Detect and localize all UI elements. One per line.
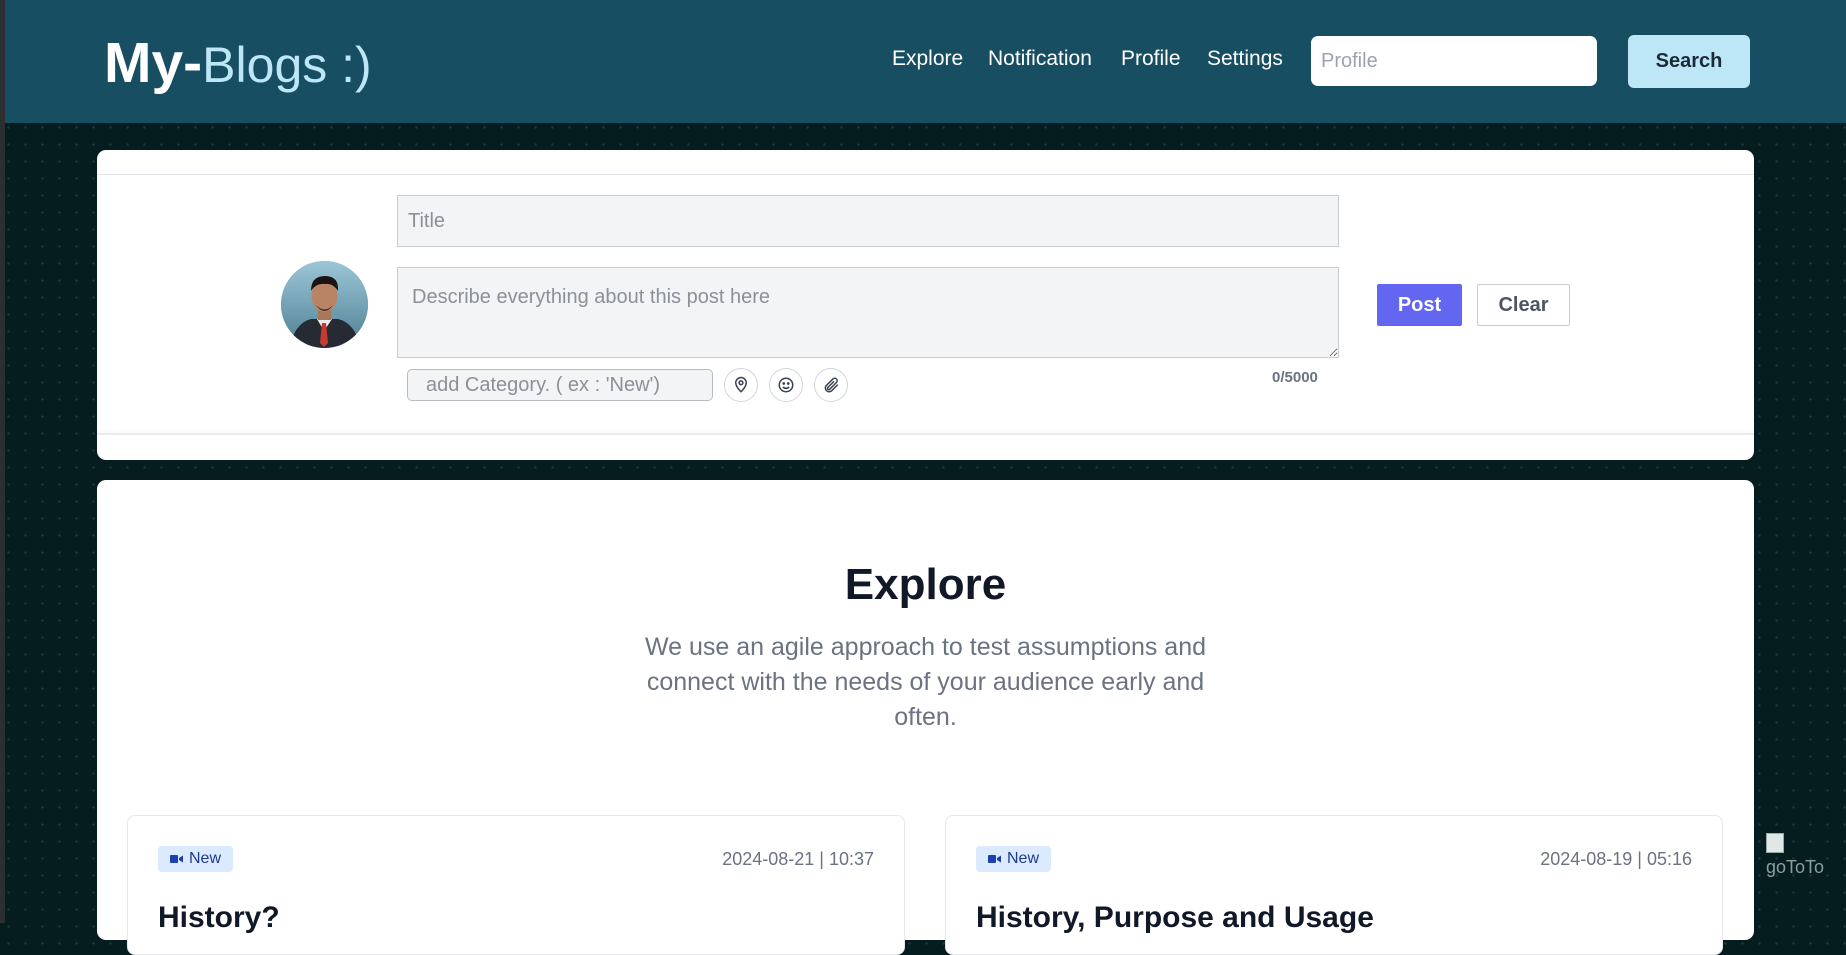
nav-link-settings[interactable]: Settings [1207, 47, 1283, 71]
post-button[interactable]: Post [1377, 284, 1462, 326]
video-camera-icon [170, 855, 183, 863]
goto-alt-text: goToTo [1766, 857, 1825, 877]
character-counter: 0/5000 [1272, 369, 1318, 386]
composer-top-divider [97, 174, 1754, 175]
post-title[interactable]: History? [158, 901, 280, 935]
category-badge: New [158, 846, 234, 872]
category-input[interactable] [407, 369, 713, 401]
avatar-photo [281, 261, 368, 348]
category-badge: New [976, 846, 1052, 872]
explore-heading: Explore [844, 560, 1007, 609]
nav-link-explore[interactable]: Explore [892, 47, 963, 71]
post-composer: 0/5000 Post Clear [97, 150, 1754, 460]
composer-bottom-divider [97, 433, 1754, 435]
video-camera-icon [988, 855, 1001, 863]
search-button[interactable]: Search [1628, 35, 1750, 88]
title-input[interactable] [397, 195, 1339, 247]
paperclip-icon[interactable] [814, 368, 848, 402]
window-left-edge [0, 0, 5, 923]
nav-link-notification[interactable]: Notification [988, 47, 1092, 71]
logo-bold-text: My- [104, 31, 203, 95]
logo-light-text: Blogs :) [202, 37, 372, 93]
location-pin-icon[interactable] [724, 368, 758, 402]
post-card[interactable]: New 2024-08-19 | 05:16 History, Purpose … [945, 815, 1723, 955]
clear-button[interactable]: Clear [1477, 284, 1570, 326]
smiley-icon[interactable] [769, 368, 803, 402]
badge-label: New [1007, 850, 1040, 867]
post-date: 2024-08-21 | 10:37 [722, 849, 874, 869]
post-title[interactable]: History, Purpose and Usage [976, 901, 1374, 935]
search-input[interactable] [1311, 36, 1597, 86]
navbar: My-Blogs :) Explore Notification Profile… [5, 0, 1846, 123]
explore-section: Explore We use an agile approach to test… [97, 480, 1754, 955]
badge-label: New [189, 850, 222, 867]
site-logo[interactable]: My-Blogs :) [104, 28, 372, 100]
post-date: 2024-08-19 | 05:16 [1540, 849, 1692, 869]
explore-subtitle: We use an agile approach to test assumpt… [645, 633, 1206, 731]
nav-link-profile[interactable]: Profile [1121, 47, 1181, 71]
post-card[interactable]: New 2024-08-21 | 10:37 History? [127, 815, 905, 955]
go-to-top-button[interactable]: goToTo [1766, 833, 1836, 883]
avatar [281, 261, 368, 348]
description-textarea[interactable] [397, 267, 1339, 358]
broken-image-icon [1766, 833, 1784, 853]
